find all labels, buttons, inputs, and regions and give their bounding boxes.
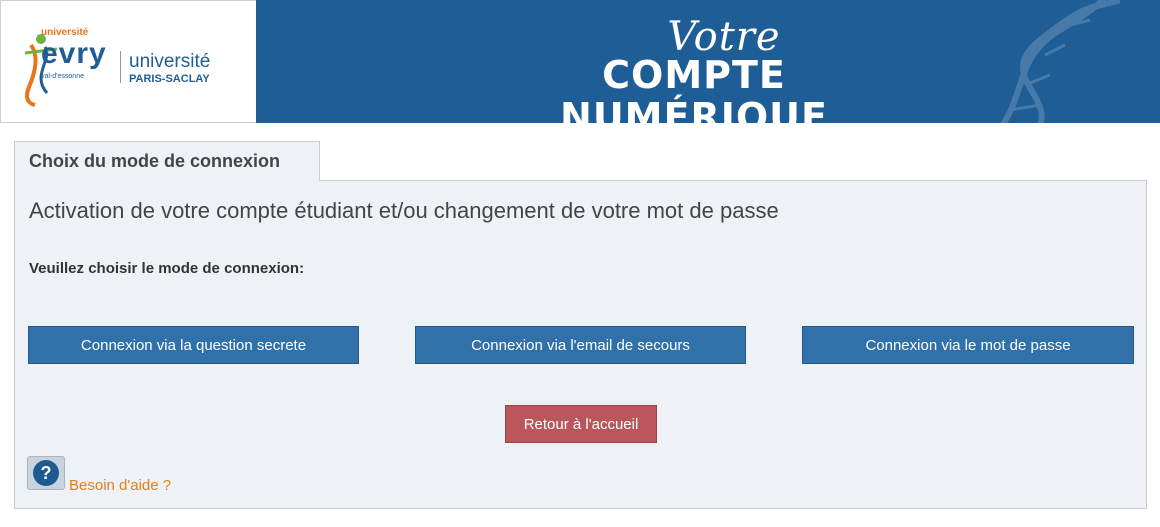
- page-header: université evry val-d'essonne université…: [0, 0, 1160, 123]
- question-mark-icon: ?: [33, 460, 59, 486]
- help-link[interactable]: Besoin d'aide ?: [69, 477, 171, 494]
- logo-text-val: val-d'essonne: [41, 73, 84, 80]
- secret-question-button[interactable]: Connexion via la question secrete: [28, 326, 359, 364]
- header-banner: Votre COMPTE NUMÉRIQUE: [256, 0, 1160, 123]
- page-title: Activation de votre compte étudiant et/o…: [29, 198, 779, 223]
- help-icon[interactable]: ?: [27, 456, 65, 490]
- banner-compte-numerique: COMPTE NUMÉRIQUE: [560, 53, 828, 123]
- logo-divider: [120, 51, 121, 83]
- logo-text-evry: evry: [41, 37, 107, 70]
- logo-text-paris-saclay: PARIS-SACLAY: [129, 73, 210, 85]
- tab-connection-mode[interactable]: Choix du mode de connexion: [14, 141, 320, 181]
- connection-prompt: Veuillez choisir le mode de connexion:: [29, 260, 305, 277]
- password-button[interactable]: Connexion via le mot de passe: [802, 326, 1134, 364]
- connection-panel: Activation de votre compte étudiant et/o…: [14, 180, 1147, 509]
- logo-text-paris-universite: université: [129, 51, 211, 72]
- banner-title: Votre COMPTE NUMÉRIQUE: [514, 17, 874, 123]
- backup-email-button[interactable]: Connexion via l'email de secours: [415, 326, 746, 364]
- dna-icon: [1000, 0, 1120, 123]
- university-logo[interactable]: université evry val-d'essonne université…: [0, 0, 256, 123]
- banner-votre: Votre: [667, 14, 781, 60]
- back-home-button[interactable]: Retour à l'accueil: [505, 405, 657, 443]
- help-section: ? Besoin d'aide ?: [27, 456, 171, 494]
